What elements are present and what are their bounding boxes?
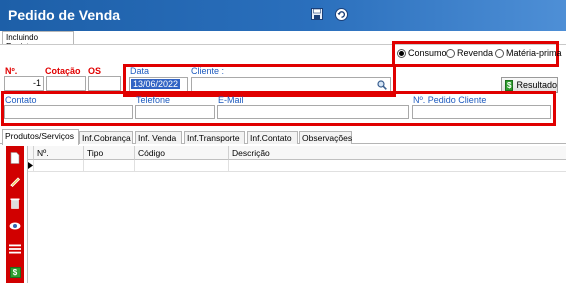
tab-inf-cobranca[interactable]: Inf.Cobrança: [79, 131, 133, 144]
cotacao-label: Cotação: [45, 66, 81, 76]
resultado-label: Resultado: [516, 80, 557, 90]
cliente-field[interactable]: [191, 77, 391, 92]
col-header-numero[interactable]: Nº.: [34, 146, 84, 160]
pedido-cliente-field[interactable]: [412, 105, 551, 119]
radio-revenda-label: Revenda: [457, 48, 494, 58]
new-document-icon[interactable]: [9, 152, 21, 164]
search-icon[interactable]: [377, 80, 387, 90]
table-row[interactable]: [34, 160, 84, 172]
radio-indicator: [446, 48, 455, 58]
email-field[interactable]: [217, 105, 409, 119]
table-row[interactable]: [229, 160, 566, 172]
tab-observacoes[interactable]: Observações: [299, 131, 352, 144]
money-icon[interactable]: $: [9, 266, 21, 278]
col-header-tipo[interactable]: Tipo: [84, 146, 135, 160]
cotacao-field[interactable]: [46, 76, 86, 91]
list-icon[interactable]: [9, 243, 21, 255]
contato-field[interactable]: [4, 105, 133, 119]
undo-arrow-icon: [334, 7, 348, 21]
tab-inf-contato[interactable]: Inf.Contato: [247, 131, 298, 144]
radio-materia-prima-label: Matéria-prima: [506, 48, 562, 58]
radio-consumo[interactable]: Consumo: [397, 48, 447, 58]
radio-materia-prima[interactable]: Matéria-prima: [495, 48, 562, 58]
pencil-icon[interactable]: [9, 175, 21, 187]
table-row[interactable]: [135, 160, 229, 172]
back-button[interactable]: [331, 4, 351, 24]
contato-label: Contato: [5, 95, 37, 105]
telefone-field[interactable]: [135, 105, 215, 119]
os-label: OS: [88, 66, 102, 76]
table-row[interactable]: [84, 160, 135, 172]
radio-indicator: [495, 48, 504, 58]
col-header-codigo[interactable]: Código: [135, 146, 229, 160]
item-toolbar: $: [6, 146, 24, 283]
cliente-label: Cliente :: [191, 66, 225, 76]
view-eye-icon[interactable]: [9, 220, 21, 232]
radio-consumo-label: Consumo: [408, 48, 447, 58]
data-label: Data: [130, 66, 150, 76]
title-bar: Pedido de Venda: [0, 0, 566, 31]
items-grid: Nº. Tipo Código Descrição: [27, 146, 566, 283]
radio-revenda[interactable]: Revenda: [446, 48, 493, 58]
numero-field[interactable]: -1: [4, 76, 44, 91]
tab-inf-venda[interactable]: Inf. Venda: [135, 131, 182, 144]
floppy-disk-icon: [311, 8, 323, 20]
trash-icon[interactable]: [9, 197, 21, 209]
data-field[interactable]: 13/06/2022: [129, 77, 188, 92]
tab-incluindo-registro[interactable]: Incluindo Registro: [2, 31, 74, 51]
tab-inf-transporte[interactable]: Inf.Transporte: [184, 131, 245, 144]
numero-label: Nº.: [5, 66, 18, 76]
os-field[interactable]: [88, 76, 121, 91]
radio-indicator-checked: [397, 48, 406, 58]
tab-produtos-servicos[interactable]: Produtos/Serviços: [2, 129, 79, 145]
data-field-value: 13/06/2022: [131, 79, 181, 89]
col-header-descricao[interactable]: Descrição: [229, 146, 566, 160]
window-title: Pedido de Venda: [8, 7, 121, 23]
pedido-cliente-label: Nº. Pedido Cliente: [413, 95, 487, 105]
save-button[interactable]: [307, 4, 327, 24]
telefone-label: Telefone: [136, 95, 171, 105]
money-icon: $: [505, 79, 514, 91]
email-label: E-Mail: [218, 95, 244, 105]
